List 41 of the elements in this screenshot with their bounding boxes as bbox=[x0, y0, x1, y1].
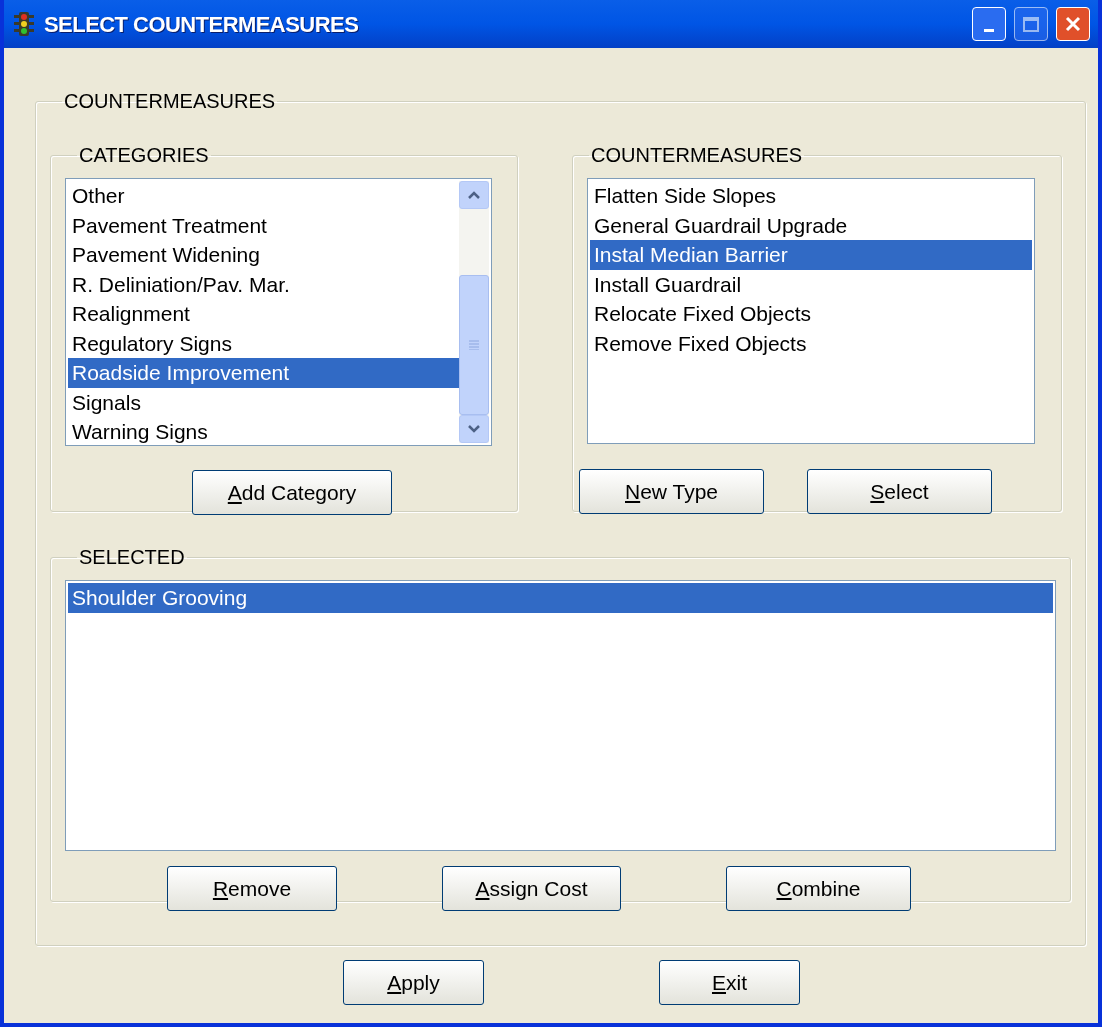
scroll-up-button[interactable] bbox=[459, 181, 489, 209]
list-item[interactable]: Warning Signs bbox=[68, 417, 459, 447]
close-icon bbox=[1064, 15, 1082, 33]
dialog-button[interactable]: Combine bbox=[726, 866, 911, 911]
close-button[interactable] bbox=[1056, 7, 1090, 41]
list-item[interactable]: General Guardrail Upgrade bbox=[590, 210, 1032, 240]
scroll-down-button[interactable] bbox=[459, 415, 489, 443]
group-title: COUNTERMEASURES bbox=[63, 89, 277, 114]
list-item[interactable]: R. Deliniation/Pav. Mar. bbox=[68, 269, 459, 299]
list-item[interactable]: Realignment bbox=[68, 299, 459, 329]
grip-icon bbox=[469, 340, 479, 350]
dialog-button[interactable]: Remove bbox=[167, 866, 337, 911]
dialog-button[interactable]: Apply bbox=[343, 960, 484, 1005]
dialog-button[interactable]: Exit bbox=[659, 960, 800, 1005]
maximize-icon bbox=[1023, 16, 1039, 32]
dialog-button[interactable]: New Type bbox=[579, 469, 764, 514]
maximize-button[interactable] bbox=[1014, 7, 1048, 41]
group-title: COUNTERMEASURES bbox=[590, 143, 804, 168]
list-item[interactable]: Regulatory Signs bbox=[68, 328, 459, 358]
dialog-button[interactable]: Select bbox=[807, 469, 992, 514]
list-item[interactable]: Install Guardrail bbox=[590, 269, 1032, 299]
traffic-light-icon bbox=[12, 11, 36, 37]
list-item[interactable]: Remove Fixed Objects bbox=[590, 328, 1032, 358]
dialog-button[interactable]: Add Category bbox=[192, 470, 392, 515]
list-item[interactable]: Flatten Side Slopes bbox=[590, 181, 1032, 211]
scrollbar[interactable] bbox=[459, 181, 489, 443]
list-item[interactable]: Roadside Improvement bbox=[68, 358, 459, 388]
minimize-button[interactable] bbox=[972, 7, 1006, 41]
list-item[interactable]: Shoulder Grooving bbox=[68, 583, 1053, 613]
group-title: CATEGORIES bbox=[78, 143, 210, 168]
scroll-thumb[interactable] bbox=[459, 275, 489, 415]
list-item[interactable]: Other bbox=[68, 181, 459, 211]
list-item[interactable]: Pavement Widening bbox=[68, 240, 459, 270]
group-title: SELECTED bbox=[78, 545, 186, 570]
list-item[interactable]: Signals bbox=[68, 387, 459, 417]
list-item[interactable]: Relocate Fixed Objects bbox=[590, 299, 1032, 329]
list-item[interactable]: Pavement Treatment bbox=[68, 210, 459, 240]
window-title: SELECT COUNTERMEASURES bbox=[44, 10, 360, 39]
dialog-button[interactable]: Assign Cost bbox=[442, 866, 621, 911]
list-item[interactable]: Instal Median Barrier bbox=[590, 240, 1032, 270]
minimize-icon bbox=[984, 29, 994, 32]
